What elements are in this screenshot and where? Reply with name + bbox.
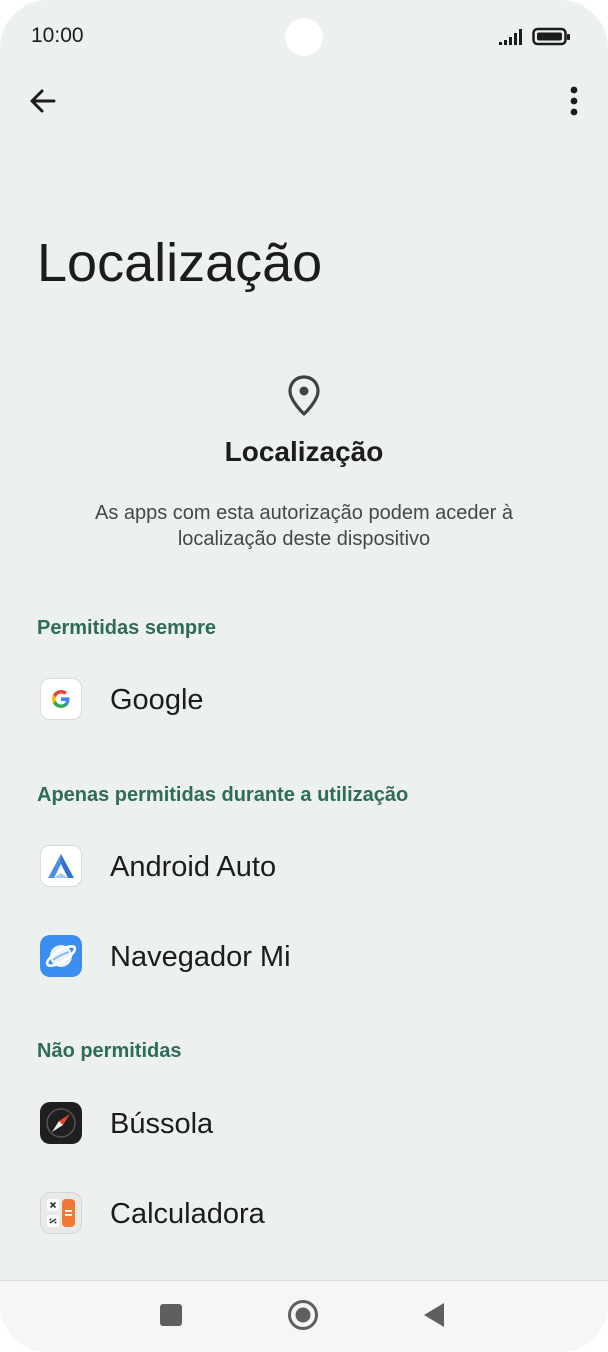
location-pin-icon	[288, 375, 320, 416]
app-label-mi-browser: Navegador Mi	[110, 941, 291, 973]
section-header-always: Permitidas sempre	[37, 617, 216, 639]
status-bar: 10:00	[0, 0, 608, 76]
app-row-compass[interactable]: Bússola	[0, 1081, 608, 1165]
arrow-left-icon	[30, 89, 56, 113]
camera-cutout	[285, 18, 323, 56]
app-row-google[interactable]: Google	[0, 657, 608, 741]
page-title: Localização	[37, 233, 323, 293]
back-triangle-icon[interactable]	[422, 1302, 446, 1328]
permission-description: As apps com esta autorização podem acede…	[94, 502, 514, 550]
app-label-compass: Bússola	[110, 1108, 214, 1140]
battery-icon	[532, 27, 570, 46]
app-label-android-auto: Android Auto	[110, 851, 277, 883]
back-button[interactable]	[22, 80, 64, 122]
section-header-while-in-use: Apenas permitidas durante a utilização	[37, 784, 409, 806]
more-options-button[interactable]	[554, 80, 594, 122]
signal-icon	[499, 29, 522, 45]
navigation-bar	[0, 1280, 608, 1352]
app-row-android-auto[interactable]: Android Auto	[0, 824, 608, 908]
app-row-calculator[interactable]: Calculadora	[0, 1171, 608, 1255]
app-label-calculator: Calculadora	[110, 1198, 265, 1230]
android-auto-icon	[40, 845, 82, 887]
more-vertical-icon	[570, 86, 578, 116]
status-time: 10:00	[31, 24, 84, 47]
app-row-mi-browser[interactable]: Navegador Mi	[0, 914, 608, 998]
compass-icon	[40, 1102, 82, 1144]
recents-square-icon[interactable]	[160, 1304, 182, 1326]
home-circle-icon[interactable]	[287, 1299, 319, 1331]
screen: 10:00 Localização Localização As apps co…	[0, 0, 608, 1352]
app-label-google: Google	[110, 684, 204, 716]
calculator-icon	[40, 1192, 82, 1234]
section-header-denied: Não permitidas	[37, 1040, 182, 1062]
mi-browser-icon	[40, 935, 82, 977]
google-icon	[40, 678, 82, 720]
permission-title: Localização	[224, 436, 384, 467]
